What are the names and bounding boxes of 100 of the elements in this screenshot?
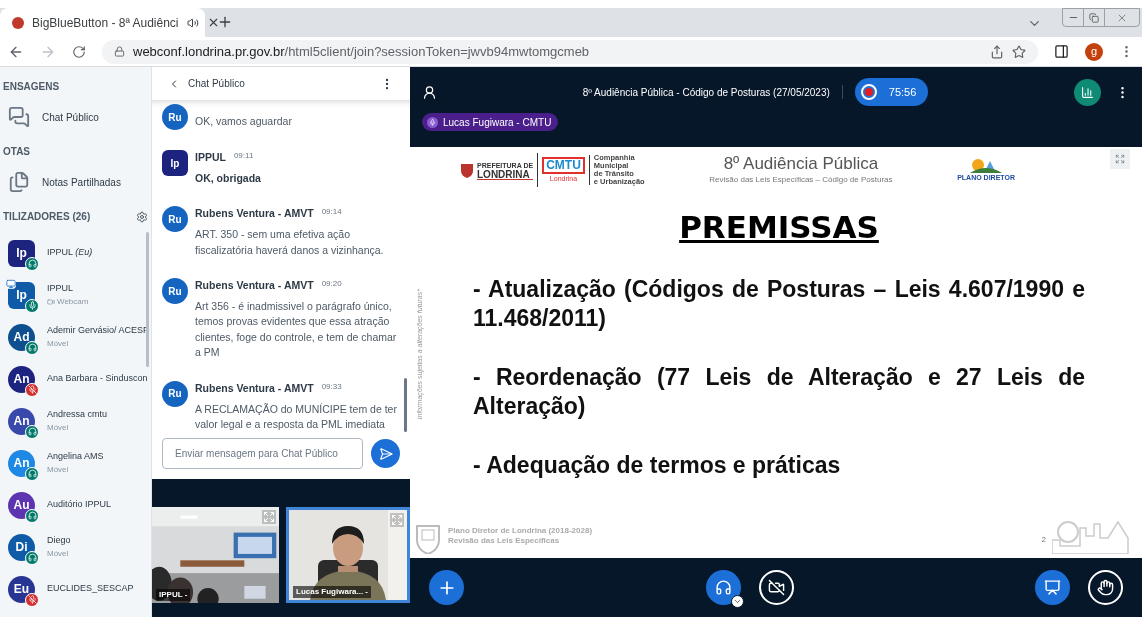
user-list-toggle-icon[interactable] [422,84,437,100]
user-avatar: Ru [162,278,188,304]
user-list-item[interactable]: Di Diego Móvel [0,526,146,568]
user-name: IPPUL [47,282,74,296]
address-bar[interactable]: webconf.londrina.pr.gov.br/html5client/join?sessionToken=jwvb94mwtomgcmeb [102,39,1038,64]
video-label: Lucas Fugiwara... - [293,586,371,598]
user-avatar: Eu [8,575,35,603]
user-list-item[interactable]: Ip IPPUL (Eu) [0,232,146,274]
crest-icon [460,162,474,178]
slide-heading: PREMISSAS [679,209,879,245]
user-device: Móvel [47,547,69,560]
scrollbar[interactable] [146,232,149,367]
user-list-item[interactable]: An Ana Barbara - Sinduscon [0,358,146,400]
message-author: IPPUL [195,150,226,165]
shared-notes-item[interactable]: Notas Partilhadas [8,167,151,197]
crest-icon [12,16,24,29]
camera-button[interactable] [758,570,794,605]
raise-hand-button[interactable] [1088,570,1123,605]
slide-bullet: - Reordenação (77 Leis de Alteração e 27 Leis de Alteração) [473,363,1085,421]
user-avatar: Ru [162,206,188,233]
user-name: Andressa cmtu [47,408,108,422]
footer-text: Revisão das Leis Específicas [448,536,561,546]
talking-indicator: Lucas Fugiwara - CMTU [422,113,559,131]
send-icon [378,446,393,461]
message-time: 09:20 [321,278,342,290]
public-chat-item[interactable]: Chat Público [8,102,151,132]
user-avatar: Ru [162,104,188,130]
user-list-item[interactable]: An Angelina AMS Móvel [0,442,146,484]
reload-icon[interactable] [72,44,86,59]
user-list-item[interactable]: Ad Ademir Gervásio/ ACESF Móvel [0,316,146,358]
slide-title: 8º Audiência Pública [723,154,879,174]
presentation-icon [1044,579,1061,596]
slide-bullet: - Atualização (Códigos de Posturas – Leis 4.607/1990 e 11.468/2011) [473,275,1085,333]
side-panel-icon[interactable] [1054,44,1069,59]
recording-button[interactable]: 75:56 [854,78,929,106]
user-list-item[interactable]: Eu EUCLIDES_SESCAP [0,568,146,610]
message-input[interactable]: Enviar mensagem para Chat Público [162,438,363,469]
restore-icon [1089,12,1099,23]
send-button[interactable] [371,439,400,468]
actions-button[interactable] [429,570,464,605]
user-avatar: An [8,365,35,393]
user-list-item[interactable]: An Andressa cmtu Móvel [0,400,146,442]
user-device: Webcam [57,295,89,308]
caret-icon[interactable] [730,595,744,608]
user-name: Diego [47,534,71,548]
message-author: Rubens Ventura - AMVT [195,380,314,396]
user-avatar: Ip [162,150,188,176]
user-avatar: Ru [162,380,188,407]
user-avatar: Ad [8,323,35,351]
documents-icon [8,171,30,193]
user-list-item[interactable]: Au Auditório IPPUL [0,484,146,526]
user-name: Ademir Gervásio/ ACESF [47,324,146,338]
section-heading: TILIZADORES (26) [3,210,91,224]
page-number: 2 [1041,534,1046,546]
message-text: Art 356 - é inadmissivel o parágrafo único, temos provas evidentes que essa atração clientes, foge do controle, e tem de chamar a PM [195,298,398,361]
user-name: IPPUL (Eu) [47,246,93,260]
message-time: 09:33 [321,380,342,393]
lock-icon [114,46,125,57]
audio-button[interactable] [705,570,741,605]
user-name: EUCLIDES_SESCAP [47,582,134,596]
logo-text: CMTU [542,156,585,174]
video-tile[interactable]: Lucas Fugiwara... - [286,507,410,603]
url-text: webconf.londrina.pr.gov.br/html5client/join?sessionToken=jwvb94mwtomgcmeb [133,42,590,61]
message-text: OK, vamos aguardar [195,114,293,129]
user-avatar: Au [8,491,35,519]
user-avatar: An [8,407,35,435]
logo-text: LONDRINA [477,169,534,180]
microphone-icon [429,118,436,126]
message-text: ART. 350 - sem uma efetiva ação fiscalizatória haverá danos a vizinhança. [195,227,385,258]
profile-avatar[interactable]: g [1085,42,1103,61]
slide-subtitle: Revisão das Leis Específicas – Código de Posturas [709,174,893,186]
user-avatar: An [8,449,35,477]
message-text: OK, obrigada [195,170,262,186]
new-tab-icon[interactable] [217,14,233,30]
message-time: 09:11 [233,150,254,162]
share-icon[interactable] [990,44,1004,59]
speaker-icon[interactable] [186,16,199,29]
message-text: A RECLAMAÇÃO do MUNÍCIPE tem de ter valor legal e a resposta da PML imediata [195,401,398,432]
message-time: 09:14 [321,206,342,219]
connection-status-button[interactable] [1074,78,1101,106]
user-name: Ana Barbara - Sinduscon [47,372,146,386]
user-device: Móvel [47,337,69,350]
signal-bars-icon [1081,85,1094,99]
headphones-icon [714,579,732,596]
presentation-button[interactable] [1035,570,1070,605]
tab-title: BigBlueButton - 8ª Audiênci [32,14,179,32]
user-device: Móvel [47,463,69,476]
message-author: Rubens Ventura - AMVT [195,206,314,222]
user-device: Móvel [47,421,69,434]
video-tile[interactable]: IPPUL - [152,507,279,603]
scrollbar[interactable] [404,378,407,432]
message-author: Rubens Ventura - AMVT [195,278,314,293]
hand-icon [1097,579,1114,596]
camera-off-icon [767,579,785,596]
settings-icon[interactable] [136,210,148,223]
bookmark-icon[interactable] [1012,44,1026,59]
chat-back-link[interactable]: Chat Público [168,76,245,91]
slide-bullet: - Adequação de termos e práticas [473,451,842,480]
user-list-item[interactable]: Ip IPPUL Webcam [0,274,146,316]
video-label: IPPUL - [156,589,191,601]
